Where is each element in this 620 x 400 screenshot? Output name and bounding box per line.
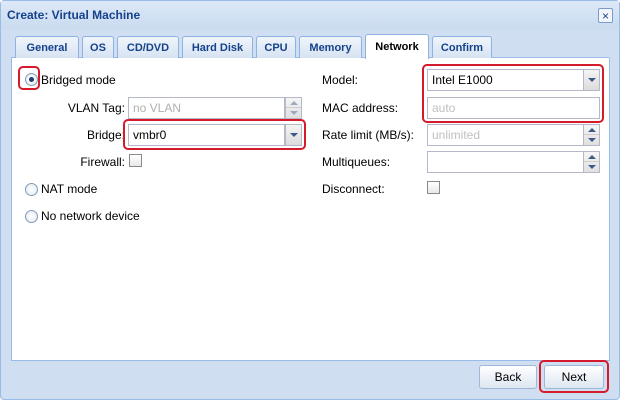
tab-confirm[interactable]: Confirm (432, 36, 492, 58)
firewall-label: Firewall: (80, 155, 125, 169)
no-network-radio[interactable] (25, 210, 38, 223)
rate-limit-spinner[interactable] (583, 124, 600, 146)
create-vm-window: Create: Virtual Machine × General OS CD/… (0, 0, 620, 400)
chevron-down-icon (289, 133, 298, 137)
mac-address-input[interactable]: auto (427, 97, 600, 119)
caret-up-icon (289, 100, 298, 105)
model-dropdown-trigger[interactable] (583, 69, 600, 91)
model-label: Model: (322, 73, 359, 87)
no-network-label: No network device (41, 209, 140, 223)
bridged-mode-radio[interactable] (25, 73, 38, 86)
close-button[interactable]: × (598, 8, 613, 23)
network-panel: Bridged mode VLAN Tag: no VLAN Bridge: v… (11, 58, 610, 361)
vlan-tag-label: VLAN Tag: (67, 101, 125, 115)
multiqueues-spinner[interactable] (583, 151, 600, 173)
tab-network[interactable]: Network (365, 34, 429, 59)
tab-os[interactable]: OS (82, 36, 114, 58)
nat-mode-label: NAT mode (41, 182, 98, 196)
caret-down-icon (587, 165, 596, 169)
caret-up-icon (587, 127, 596, 132)
bridge-dropdown-trigger[interactable] (285, 124, 302, 146)
nat-mode-radio[interactable] (25, 183, 38, 196)
chevron-down-icon (587, 78, 596, 82)
window-title: Create: Virtual Machine (7, 8, 141, 22)
tab-cpu[interactable]: CPU (256, 36, 296, 58)
rate-limit-label: Rate limit (MB/s): (322, 128, 415, 142)
tab-hard-disk[interactable]: Hard Disk (182, 36, 253, 58)
caret-down-icon (289, 111, 298, 115)
next-button[interactable]: Next (544, 365, 604, 389)
caret-down-icon (587, 138, 596, 142)
disconnect-checkbox[interactable] (427, 181, 440, 194)
close-icon: × (601, 8, 609, 23)
bridged-mode-label: Bridged mode (41, 73, 116, 87)
tab-cd-dvd[interactable]: CD/DVD (117, 36, 179, 58)
rate-limit-input[interactable]: unlimited (427, 124, 584, 146)
tab-bar: General OS CD/DVD Hard Disk CPU Memory N… (11, 34, 609, 59)
disconnect-label: Disconnect: (322, 182, 385, 196)
caret-up-icon (587, 154, 596, 159)
vlan-tag-spinner[interactable] (285, 97, 302, 119)
window-titlebar: Create: Virtual Machine × (1, 1, 619, 29)
multiqueues-input[interactable] (427, 151, 584, 173)
bridge-label: Bridge: (86, 128, 125, 142)
multiqueues-label: Multiqueues: (322, 155, 391, 169)
firewall-checkbox[interactable] (129, 154, 142, 167)
mac-address-label: MAC address: (322, 101, 399, 115)
vlan-tag-input[interactable]: no VLAN (128, 97, 285, 119)
model-select[interactable]: Intel E1000 (427, 69, 584, 91)
tab-memory[interactable]: Memory (299, 36, 362, 58)
back-button[interactable]: Back (479, 365, 537, 389)
bridge-select[interactable]: vmbr0 (128, 124, 285, 146)
tab-general[interactable]: General (15, 36, 79, 58)
